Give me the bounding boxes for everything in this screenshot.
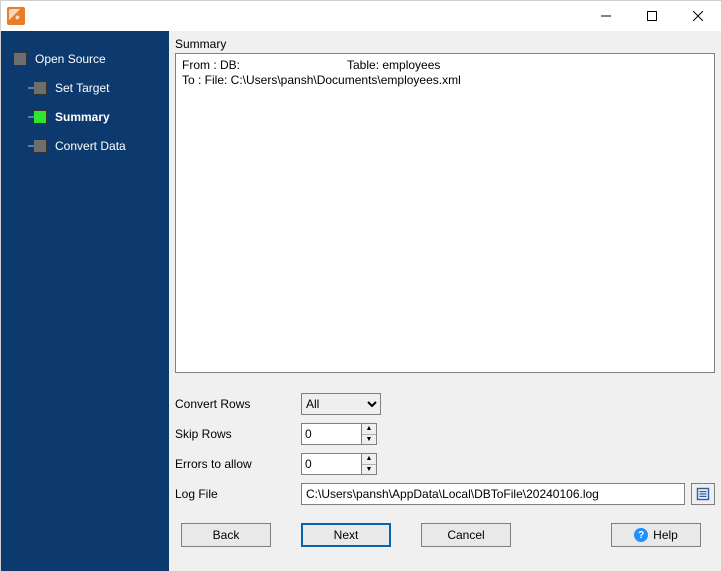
back-button[interactable]: Back [181, 523, 271, 547]
app-icon [7, 7, 25, 25]
options-panel: Convert Rows All Skip Rows ▲ ▼ [175, 391, 715, 511]
main-panel: Summary From : DB: Table: employees To :… [169, 31, 721, 571]
row-log-file: Log File [175, 481, 715, 507]
sidebar-item-summary[interactable]: Summary [33, 104, 169, 130]
skip-rows-spinner: ▲ ▼ [301, 423, 377, 445]
maximize-button[interactable] [629, 1, 675, 31]
wizard-footer: Back Next Cancel ? Help [175, 511, 715, 565]
row-convert-rows: Convert Rows All [175, 391, 715, 417]
help-icon: ? [634, 528, 648, 542]
summary-line-from: From : DB: Table: employees [182, 58, 708, 73]
folder-icon [696, 487, 710, 501]
sidebar-item-label: Convert Data [55, 139, 126, 153]
skip-rows-up-icon[interactable]: ▲ [362, 424, 376, 435]
next-button[interactable]: Next [301, 523, 391, 547]
errors-input[interactable] [301, 453, 361, 475]
skip-rows-input[interactable] [301, 423, 361, 445]
convert-rows-select[interactable]: All [301, 393, 381, 415]
errors-up-icon[interactable]: ▲ [362, 454, 376, 465]
summary-line-to: To : File: C:\Users\pansh\Documents\empl… [182, 73, 708, 88]
sidebar-item-set-target[interactable]: Set Target [33, 75, 169, 101]
sidebar-item-label: Open Source [35, 52, 106, 66]
row-skip-rows: Skip Rows ▲ ▼ [175, 421, 715, 447]
errors-label: Errors to allow [175, 457, 301, 471]
help-button[interactable]: ? Help [611, 523, 701, 547]
log-file-input[interactable] [301, 483, 685, 505]
convert-rows-label: Convert Rows [175, 397, 301, 411]
row-errors: Errors to allow ▲ ▼ [175, 451, 715, 477]
cancel-button[interactable]: Cancel [421, 523, 511, 547]
title-bar [1, 1, 721, 31]
summary-from-table: Table: employees [347, 58, 440, 73]
sidebar-item-convert-data[interactable]: Convert Data [33, 133, 169, 159]
skip-rows-label: Skip Rows [175, 427, 301, 441]
wizard-sidebar: Open Source Set Target Summary Convert D… [1, 31, 169, 571]
minimize-button[interactable] [583, 1, 629, 31]
summary-from-prefix: From : DB: [182, 58, 347, 73]
log-file-label: Log File [175, 487, 301, 501]
sidebar-item-open-source[interactable]: Open Source [13, 46, 169, 72]
summary-group-label: Summary [175, 37, 715, 51]
step-box-icon [33, 139, 47, 153]
log-file-browse-button[interactable] [691, 483, 715, 505]
sidebar-item-label: Set Target [55, 81, 109, 95]
skip-rows-down-icon[interactable]: ▼ [362, 435, 376, 445]
summary-text-area[interactable]: From : DB: Table: employees To : File: C… [175, 53, 715, 373]
step-box-icon [33, 81, 47, 95]
errors-spin-buttons: ▲ ▼ [361, 453, 377, 475]
body: Open Source Set Target Summary Convert D… [1, 31, 721, 571]
skip-rows-spin-buttons: ▲ ▼ [361, 423, 377, 445]
sidebar-item-label: Summary [55, 110, 110, 124]
step-box-icon [13, 52, 27, 66]
errors-spinner: ▲ ▼ [301, 453, 377, 475]
app-window: Open Source Set Target Summary Convert D… [0, 0, 722, 572]
step-box-icon [33, 110, 47, 124]
close-button[interactable] [675, 1, 721, 31]
errors-down-icon[interactable]: ▼ [362, 465, 376, 475]
